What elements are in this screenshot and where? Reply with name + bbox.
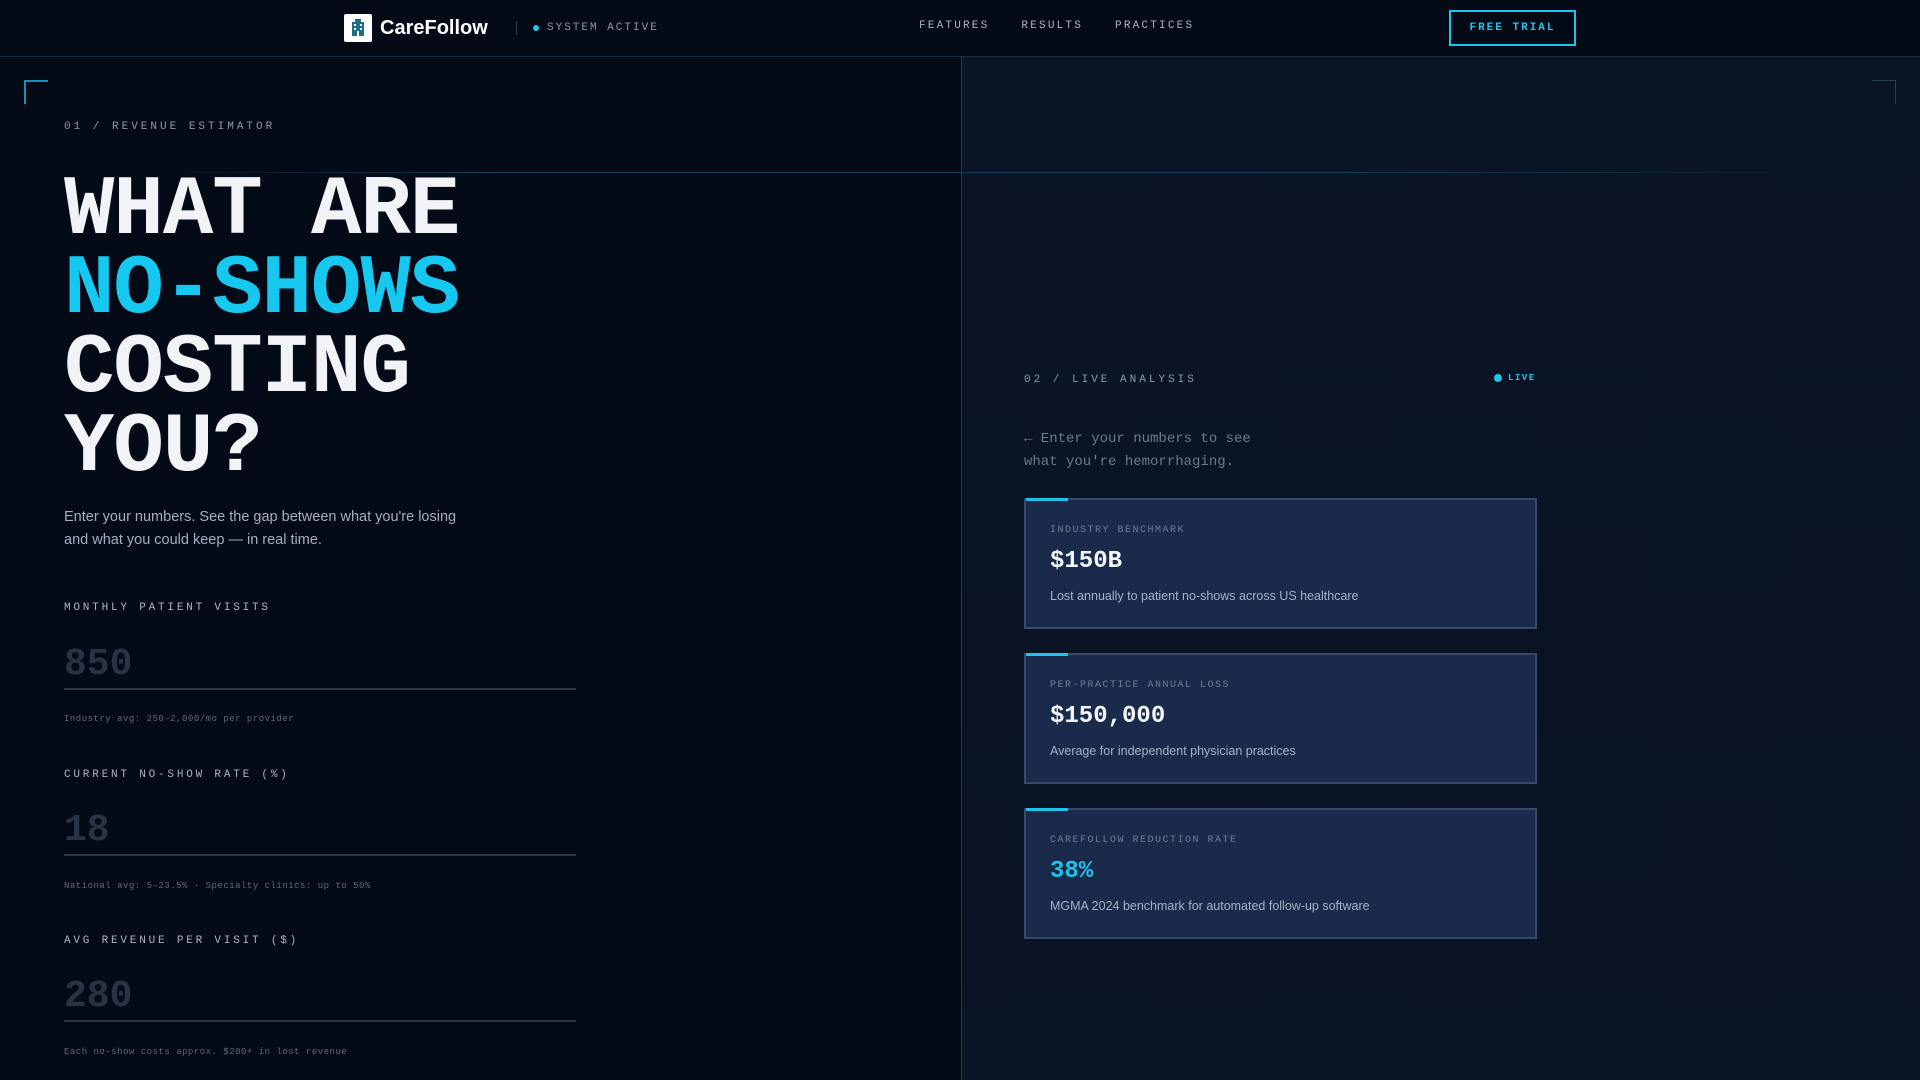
building-icon (344, 14, 372, 42)
status-text: SYSTEM ACTIVE (547, 22, 659, 34)
annual-loss-card: PER-PRACTICE ANNUAL LOSS $150,000 Averag… (1024, 653, 1537, 784)
reduction-rate-card: CAREFOLLOW REDUCTION RATE 38% MGMA 2024 … (1024, 808, 1537, 939)
card-label: PER-PRACTICE ANNUAL LOSS (1050, 680, 1231, 691)
headline-line-3: COSTING (64, 322, 411, 417)
status-dot-icon (533, 25, 539, 31)
headline-line-2: NO-SHOWS (64, 243, 460, 338)
brand-logo[interactable]: CareFollow (344, 14, 488, 42)
card-description: MGMA 2024 benchmark for automated follow… (1050, 899, 1370, 913)
main-nav: FEATURES RESULTS PRACTICES (919, 20, 1194, 32)
corner-bracket-icon (24, 80, 48, 104)
revenue-per-visit-label: AVG REVENUE PER VISIT ($) (64, 935, 300, 947)
nav-practices[interactable]: PRACTICES (1115, 20, 1194, 32)
nav-results[interactable]: RESULTS (1021, 20, 1083, 32)
no-show-rate-hint: National avg: 5–23.5% · Specialty clinic… (64, 881, 371, 891)
estimator-section-label: 01 / REVENUE ESTIMATOR (64, 121, 276, 133)
card-value: 38% (1050, 858, 1094, 885)
page-title: WHAT ARE NO-SHOWS COSTING YOU? (64, 164, 460, 496)
live-text: LIVE (1508, 373, 1536, 383)
analysis-hint: ← Enter your numbers to see what you're … (1024, 431, 1251, 470)
card-value: $150B (1050, 548, 1123, 575)
divider (516, 21, 517, 35)
card-accent-bar (1026, 653, 1068, 656)
card-accent-bar (1026, 498, 1068, 501)
corner-bracket-icon (1872, 80, 1896, 104)
analysis-section-label: 02 / LIVE ANALYSIS (1024, 374, 1197, 386)
card-value: $150,000 (1050, 703, 1166, 730)
card-accent-bar (1026, 808, 1068, 811)
free-trial-button[interactable]: FREE TRIAL (1449, 10, 1576, 46)
industry-benchmark-card: INDUSTRY BENCHMARK $150B Lost annually t… (1024, 498, 1537, 629)
no-show-rate-input[interactable] (64, 806, 576, 856)
brand-name: CareFollow (380, 16, 488, 39)
live-badge: LIVE (1494, 373, 1536, 383)
headline-line-1: WHAT ARE (64, 164, 460, 259)
intro-text: Enter your numbers. See the gap between … (64, 509, 457, 548)
monthly-visits-input[interactable] (64, 640, 576, 690)
nav-features[interactable]: FEATURES (919, 20, 989, 32)
headline-line-4: YOU? (64, 401, 263, 496)
card-label: INDUSTRY BENCHMARK (1050, 525, 1186, 536)
revenue-per-visit-input[interactable] (64, 972, 576, 1022)
no-show-rate-label: CURRENT NO-SHOW RATE (%) (64, 769, 290, 781)
card-description: Average for independent physician practi… (1050, 744, 1296, 758)
monthly-visits-label: MONTHLY PATIENT VISITS (64, 602, 271, 614)
revenue-per-visit-hint: Each no-show costs approx. $200+ in lost… (64, 1047, 348, 1057)
monthly-visits-hint: Industry avg: 250–2,000/mo per provider (64, 714, 295, 724)
card-description: Lost annually to patient no-shows across… (1050, 589, 1359, 603)
system-status: SYSTEM ACTIVE (516, 19, 659, 37)
card-label: CAREFOLLOW REDUCTION RATE (1050, 835, 1238, 846)
live-dot-icon (1494, 374, 1502, 382)
top-nav-bar: CareFollow SYSTEM ACTIVE FEATURES RESULT… (0, 0, 1920, 57)
